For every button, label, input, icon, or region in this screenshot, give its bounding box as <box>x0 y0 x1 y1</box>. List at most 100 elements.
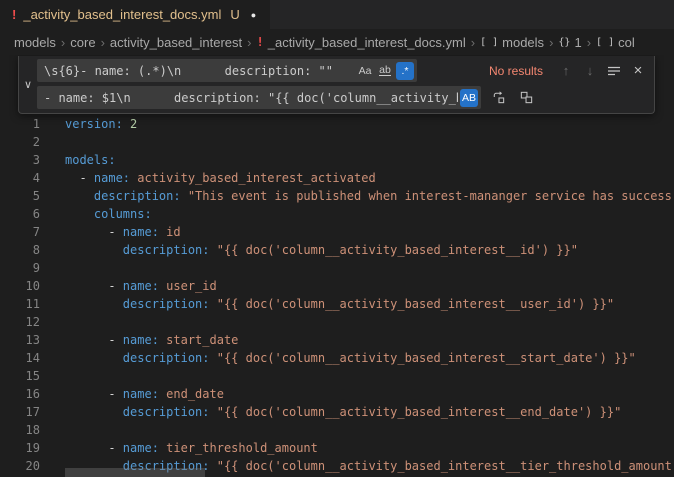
code-line[interactable]: 2 <box>0 133 674 151</box>
line-number: 17 <box>0 403 40 421</box>
line-text: description: "{{ doc('column__activity_b… <box>65 295 674 313</box>
horizontal-scrollbar[interactable] <box>65 468 205 477</box>
breadcrumb-separator: › <box>549 35 553 50</box>
breadcrumb-label: models <box>502 35 544 50</box>
line-number: 9 <box>0 259 40 277</box>
breadcrumb-item-col[interactable]: [ ]col <box>596 35 635 50</box>
line-number: 8 <box>0 241 40 259</box>
code-line[interactable]: 9 <box>0 259 674 277</box>
line-text: - name: tier_threshold_amount <box>65 439 674 457</box>
replace-button[interactable] <box>487 87 509 109</box>
code-line[interactable]: 11 description: "{{ doc('column__activit… <box>0 295 674 313</box>
breadcrumb-separator: › <box>471 35 475 50</box>
array-icon: [ ] <box>480 37 498 48</box>
whole-word-button[interactable]: ab <box>376 62 394 80</box>
breadcrumb-item-models[interactable]: [ ] models <box>480 35 544 50</box>
breadcrumb-item-models[interactable]: models <box>14 35 56 50</box>
breadcrumb-separator: › <box>247 35 251 50</box>
unsaved-dot-icon[interactable]: ● <box>251 10 256 20</box>
code-line[interactable]: 3models: <box>0 151 674 169</box>
line-text: - name: start_date <box>65 331 674 349</box>
next-match-button[interactable]: ↓ <box>580 61 600 81</box>
line-text: description: "This event is published wh… <box>65 187 674 205</box>
file-problem-icon: ! <box>12 7 16 22</box>
code-line[interactable]: 1 version: 2 <box>0 115 674 133</box>
breadcrumb-item-core[interactable]: core <box>70 35 95 50</box>
close-find-widget-button[interactable]: × <box>628 61 648 81</box>
line-text <box>65 421 674 439</box>
breadcrumb-label: col <box>618 35 635 50</box>
line-text: description: "{{ doc('column__activity_b… <box>65 403 674 421</box>
line-number: 10 <box>0 277 40 295</box>
object-icon: {} <box>558 37 570 48</box>
line-text: - name: end_date <box>65 385 674 403</box>
code-line[interactable]: 16 - name: end_date <box>0 385 674 403</box>
chevron-down-icon: ∨ <box>24 78 32 91</box>
editor-pane[interactable]: ∨ Aa ab .* No results ↑ ↓ × <box>0 55 674 477</box>
breadcrumb: models › core › activity_based_interest › !_ac… <box>0 29 674 55</box>
find-in-selection-button[interactable] <box>604 61 624 81</box>
arrow-down-icon: ↓ <box>587 63 594 78</box>
code-line[interactable]: 15 <box>0 367 674 385</box>
breadcrumb-item-activity-based-interest[interactable]: activity_based_interest <box>110 35 242 50</box>
line-text: description: "{{ doc('column__activity_b… <box>65 241 674 259</box>
code-line[interactable]: 7 - name: id <box>0 223 674 241</box>
code-line[interactable]: 8 description: "{{ doc('column__activity… <box>0 241 674 259</box>
toggle-replace-button[interactable]: ∨ <box>19 59 37 109</box>
code-line[interactable]: 13 - name: start_date <box>0 331 674 349</box>
code-line[interactable]: 5 description: "This event is published … <box>0 187 674 205</box>
line-number: 12 <box>0 313 40 331</box>
line-text: columns: <box>65 205 674 223</box>
line-text: description: "{{ doc('column__activity_b… <box>65 349 674 367</box>
line-number: 3 <box>0 151 40 169</box>
line-number: 1 <box>0 115 40 133</box>
find-input-wrap: Aa ab .* <box>37 59 417 82</box>
breadcrumb-separator: › <box>101 35 105 50</box>
replace-all-button[interactable] <box>515 87 537 109</box>
find-results-label: No results <box>489 64 543 78</box>
line-number: 4 <box>0 169 40 187</box>
code-line[interactable]: 10 - name: user_id <box>0 277 674 295</box>
line-text <box>65 259 674 277</box>
find-input[interactable] <box>37 59 354 82</box>
code-line[interactable]: 4 - name: activity_based_interest_activa… <box>0 169 674 187</box>
line-number: 5 <box>0 187 40 205</box>
replace-input[interactable] <box>37 86 458 109</box>
line-number: 11 <box>0 295 40 313</box>
arrow-up-icon: ↑ <box>563 63 570 78</box>
line-text: version: 2 <box>65 115 674 133</box>
regex-button[interactable]: .* <box>396 62 414 80</box>
line-text <box>65 133 674 151</box>
tab-active-file[interactable]: ! _activity_based_interest_docs.yml U ● <box>0 0 271 29</box>
code-lines: 1 version: 223models:4 - name: activity_b… <box>0 115 674 475</box>
code-line[interactable]: 6 columns: <box>0 205 674 223</box>
line-number: 20 <box>0 457 40 475</box>
previous-match-button[interactable]: ↑ <box>556 61 576 81</box>
find-replace-widget: ∨ Aa ab .* No results ↑ ↓ × <box>18 56 655 114</box>
line-text <box>65 313 674 331</box>
tab-bar: ! _activity_based_interest_docs.yml U ● <box>0 0 674 29</box>
close-icon: × <box>634 62 643 79</box>
breadcrumb-separator: › <box>61 35 65 50</box>
match-case-button[interactable]: Aa <box>356 62 374 80</box>
code-line[interactable]: 19 - name: tier_threshold_amount <box>0 439 674 457</box>
line-number: 6 <box>0 205 40 223</box>
code-line[interactable]: 18 <box>0 421 674 439</box>
breadcrumb-label: models <box>14 35 56 50</box>
code-line[interactable]: 17 description: "{{ doc('column__activit… <box>0 403 674 421</box>
breadcrumb-label: activity_based_interest <box>110 35 242 50</box>
selection-icon <box>607 64 621 78</box>
breadcrumb-label: core <box>70 35 95 50</box>
line-number: 18 <box>0 421 40 439</box>
replace-input-wrap: AB <box>37 86 481 109</box>
breadcrumb-item-1[interactable]: {}1 <box>558 35 581 50</box>
line-text <box>65 367 674 385</box>
code-line[interactable]: 14 description: "{{ doc('column__activit… <box>0 349 674 367</box>
line-number: 7 <box>0 223 40 241</box>
breadcrumb-item--activity-based-interest-docs-yml[interactable]: !_activity_based_interest_docs.yml <box>257 35 466 50</box>
code-line[interactable]: 12 <box>0 313 674 331</box>
breadcrumb-label: _activity_based_interest_docs.yml <box>268 35 466 50</box>
preserve-case-button[interactable]: AB <box>460 89 478 107</box>
find-row: Aa ab .* No results ↑ ↓ × <box>37 59 650 82</box>
line-number: 15 <box>0 367 40 385</box>
